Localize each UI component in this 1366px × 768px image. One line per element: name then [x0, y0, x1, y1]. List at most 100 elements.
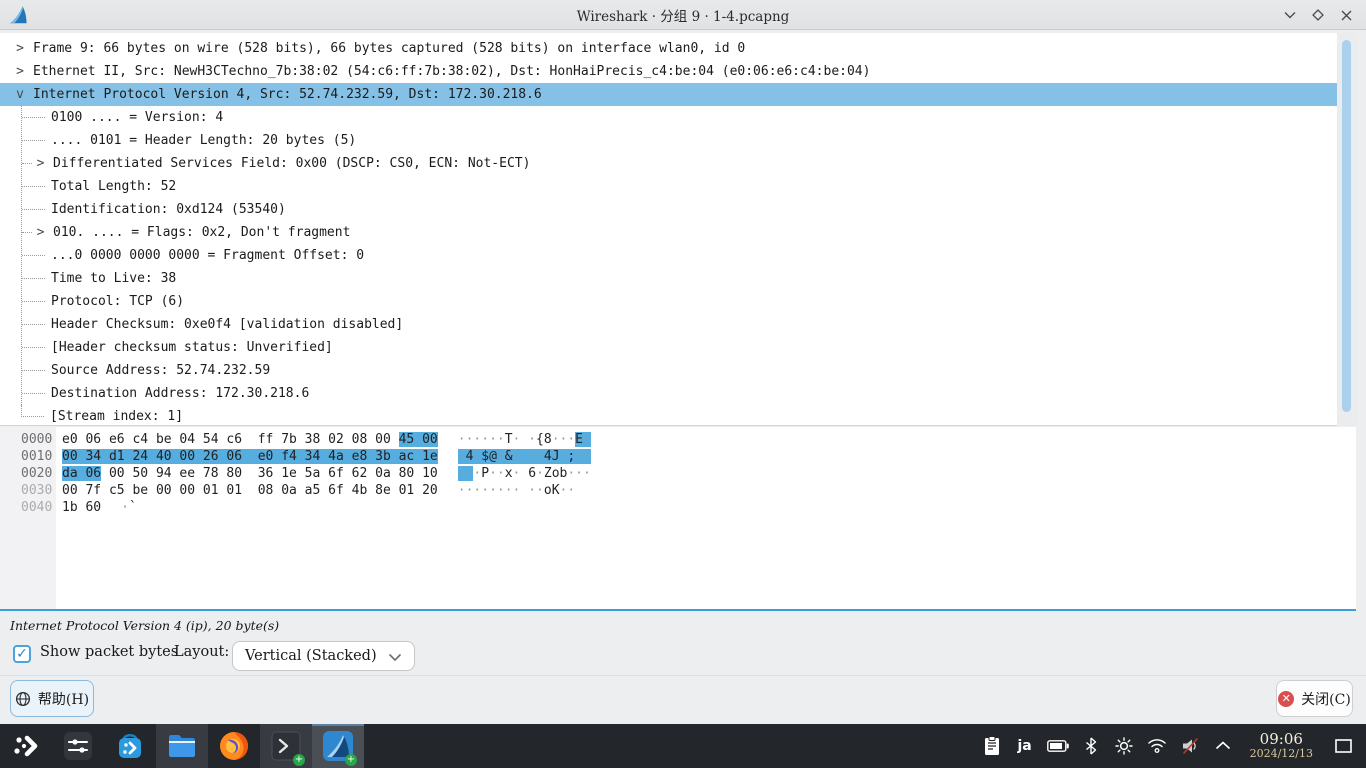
hex-offset: 0040 [0, 499, 62, 516]
hex-row[interactable]: 00401b 60 ·` [0, 499, 1356, 516]
hex-bytes[interactable]: 00 34 d1 24 40 00 26 06 e0 f4 34 4a e8 3… [62, 448, 438, 465]
tree-branch-line [22, 347, 45, 348]
tree-scrollbar[interactable] [1337, 33, 1357, 426]
close-button[interactable]: ✕ 关闭(C) [1276, 680, 1353, 717]
control-center-icon[interactable] [52, 724, 104, 768]
tree-row[interactable]: Header Checksum: 0xe0f4 [validation disa… [22, 313, 1337, 336]
collapsed-chevron-icon[interactable]: > [13, 64, 27, 79]
tree-row[interactable]: Identification: 0xd124 (53540) [22, 198, 1337, 221]
hex-rows: 0000e0 06 e6 c4 be 04 54 c6 ff 7b 38 02 … [0, 427, 1356, 516]
taskbar: + + ja [0, 724, 1366, 768]
help-globe-icon [15, 691, 31, 707]
tree-branch-line [22, 370, 45, 371]
tree-row[interactable]: Destination Address: 172.30.218.6 [22, 382, 1337, 405]
hex-bytes[interactable]: da 06 00 50 94 ee 78 80 36 1e 5a 6f 62 0… [62, 465, 438, 482]
tree-branch-line [22, 140, 45, 141]
ascii-bytes[interactable]: ···P··x· 6·Zob··· [458, 465, 591, 482]
hex-row[interactable]: 0020da 06 00 50 94 ee 78 80 36 1e 5a 6f … [0, 465, 1356, 482]
tree-row[interactable]: >Ethernet II, Src: NewH3CTechno_7b:38:02… [0, 60, 1337, 83]
wireshark-logo-icon [8, 4, 30, 26]
launcher-icon[interactable] [0, 724, 52, 768]
hex-bytes[interactable]: e0 06 e6 c4 be 04 54 c6 ff 7b 38 02 08 0… [62, 431, 438, 448]
volume-muted-icon[interactable] [1178, 734, 1202, 758]
window-titlebar: Wireshark · 分组 9 · 1-4.pcapng [0, 0, 1366, 30]
collapsed-chevron-icon[interactable]: > [13, 41, 27, 56]
bluetooth-icon[interactable] [1079, 734, 1103, 758]
wireshark-taskbar-icon[interactable]: + [312, 724, 364, 768]
tree-branch-line [22, 278, 45, 279]
file-manager-icon[interactable] [156, 724, 208, 768]
chevron-down-icon [388, 653, 402, 662]
hex-row[interactable]: 003000 7f c5 be 00 00 01 01 08 0a a5 6f … [0, 482, 1356, 499]
new-window-badge: + [345, 754, 357, 766]
hex-row[interactable]: 0000e0 06 e6 c4 be 04 54 c6 ff 7b 38 02 … [0, 431, 1356, 448]
help-button[interactable]: 帮助(H) [10, 680, 94, 717]
input-method-indicator[interactable]: ja [1013, 734, 1037, 758]
clock-time: 09:06 [1250, 732, 1313, 748]
tree-row[interactable]: 0100 .... = Version: 4 [22, 106, 1337, 129]
wifi-icon[interactable] [1145, 734, 1169, 758]
app-store-icon[interactable] [104, 724, 156, 768]
tree-row[interactable]: Time to Live: 38 [22, 267, 1337, 290]
tree-row[interactable]: .... 0101 = Header Length: 20 bytes (5) [22, 129, 1337, 152]
layout-label: Layout: [174, 644, 229, 660]
scrollbar-thumb[interactable] [1342, 40, 1351, 412]
tree-row[interactable]: Protocol: TCP (6) [22, 290, 1337, 313]
tree-row[interactable]: ...0 0000 0000 0000 = Fragment Offset: 0 [22, 244, 1337, 267]
hex-offset: 0010 [0, 448, 62, 465]
tree-row[interactable]: >Frame 9: 66 bytes on wire (528 bits), 6… [0, 37, 1337, 60]
maximize-button[interactable] [1304, 1, 1332, 29]
ascii-bytes[interactable]: ······T· ·{8···E· [458, 431, 591, 448]
collapsed-chevron-icon[interactable]: > [34, 225, 47, 240]
show-packet-bytes-checkbox[interactable]: ✓ [13, 645, 31, 663]
tree-row[interactable]: Total Length: 52 [22, 175, 1337, 198]
hex-offset: 0000 [0, 431, 62, 448]
hex-offset: 0030 [0, 482, 62, 499]
tree-row[interactable]: >010. .... = Flags: 0x2, Don't fragment [22, 221, 1337, 244]
layout-dropdown-value: Vertical (Stacked) [245, 648, 377, 664]
tree-branch-line [22, 301, 45, 302]
window-title: Wireshark · 分组 9 · 1-4.pcapng [0, 5, 1366, 25]
expanded-chevron-icon[interactable]: v [13, 87, 27, 102]
hex-bytes[interactable]: 00 7f c5 be 00 00 01 01 08 0a a5 6f 4b 8… [62, 482, 438, 499]
terminal-icon[interactable]: + [260, 724, 312, 768]
tree-branch-line [22, 117, 45, 118]
chevron-up-icon[interactable] [1211, 734, 1235, 758]
tree-branch-line [22, 232, 32, 233]
hex-offset: 0020 [0, 465, 62, 482]
tree-branch-line [21, 405, 44, 417]
layout-dropdown[interactable]: Vertical (Stacked) [232, 641, 415, 671]
close-x-icon: ✕ [1278, 691, 1294, 707]
packet-bytes-pane: 0000e0 06 e6 c4 be 04 54 c6 ff 7b 38 02 … [0, 427, 1356, 611]
tree-branch-line [22, 209, 45, 210]
dialog-controls: ✓ Show packet bytes Layout: Vertical (St… [0, 641, 1366, 672]
ascii-bytes[interactable]: ·4·$@·&· ··4J·;·· [458, 448, 591, 465]
close-button-label: 关闭(C) [1301, 689, 1351, 709]
tree-branch-line [22, 393, 45, 394]
hex-row[interactable]: 001000 34 d1 24 40 00 26 06 e0 f4 34 4a … [0, 448, 1356, 465]
tree-row[interactable]: Source Address: 52.74.232.59 [22, 359, 1337, 382]
collapsed-chevron-icon[interactable]: > [34, 156, 47, 171]
tree-branch-line [22, 163, 32, 164]
packet-detail-tree: >Frame 9: 66 bytes on wire (528 bits), 6… [0, 33, 1337, 426]
ascii-bytes[interactable]: ·` [121, 499, 137, 516]
new-window-badge: + [293, 754, 305, 766]
ascii-bytes[interactable]: ········ ··oK·· [458, 482, 583, 499]
screen: Wireshark · 分组 9 · 1-4.pcapng >Frame 9: … [0, 0, 1366, 768]
brightness-icon[interactable] [1112, 734, 1136, 758]
tree-row[interactable]: [Stream index: 1] [21, 405, 1337, 426]
clipboard-icon[interactable] [980, 734, 1004, 758]
minimize-button[interactable] [1276, 1, 1304, 29]
tree-row[interactable]: [Header checksum status: Unverified] [22, 336, 1337, 359]
help-button-label: 帮助(H) [38, 689, 89, 709]
hex-bytes[interactable]: 1b 60 [62, 499, 101, 516]
show-packet-bytes-label[interactable]: Show packet bytes [40, 644, 178, 660]
close-window-button[interactable] [1332, 1, 1360, 29]
taskbar-clock[interactable]: 09:06 2024/12/13 [1250, 732, 1313, 759]
firefox-icon[interactable] [208, 724, 260, 768]
tree-row[interactable]: vInternet Protocol Version 4, Src: 52.74… [0, 83, 1337, 106]
tree-branch-line [22, 255, 45, 256]
battery-icon[interactable] [1046, 734, 1070, 758]
show-desktop-button[interactable] [1328, 734, 1358, 758]
tree-row[interactable]: >Differentiated Services Field: 0x00 (DS… [22, 152, 1337, 175]
